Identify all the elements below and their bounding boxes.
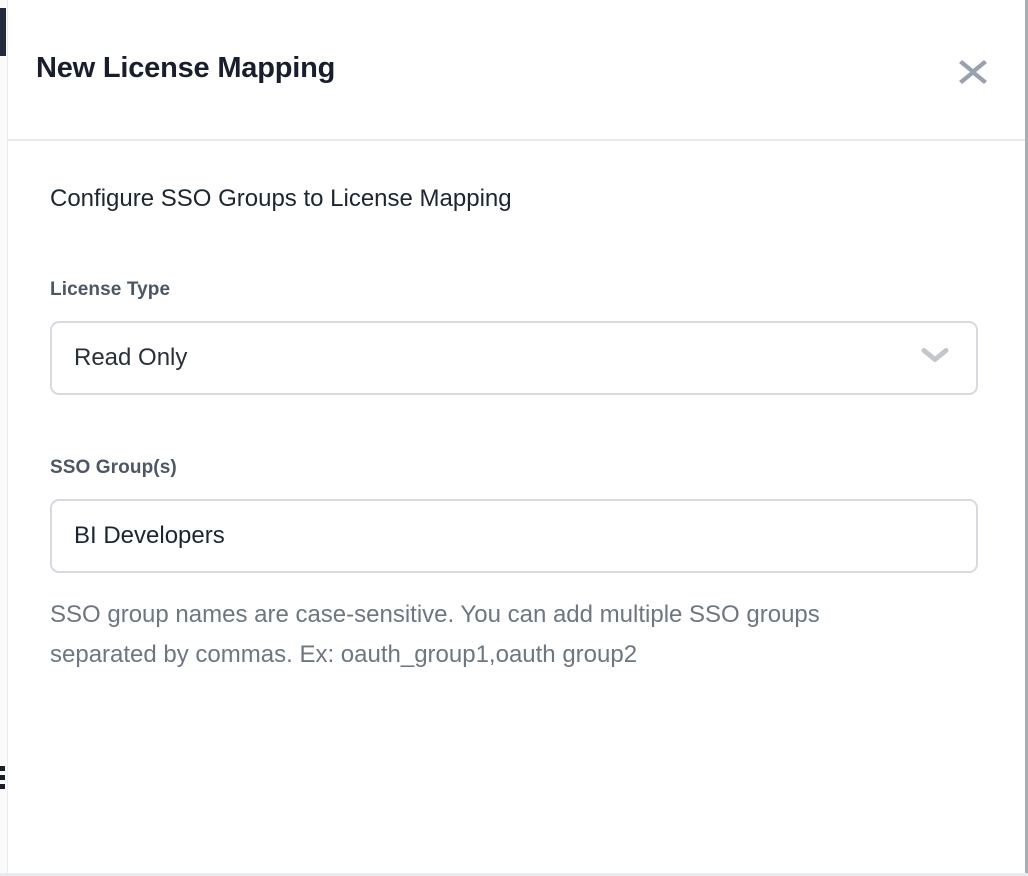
close-button[interactable] — [951, 50, 995, 94]
license-type-selected-value: Read Only — [52, 344, 187, 372]
sso-groups-helper-text: SSO group names are case-sensitive. You … — [50, 595, 930, 675]
modal-body: Configure SSO Groups to License Mapping … — [8, 185, 1025, 675]
close-icon — [959, 59, 987, 85]
page-title: New License Mapping — [36, 52, 335, 85]
sso-groups-label: SSO Group(s) — [50, 457, 983, 479]
chevron-down-icon — [920, 347, 950, 370]
background-dark-edge — [0, 8, 6, 56]
license-type-label: License Type — [50, 279, 983, 301]
sso-groups-input[interactable] — [50, 499, 978, 573]
new-license-mapping-modal: New License Mapping Configure SSO Groups… — [8, 0, 1025, 876]
modal-header: New License Mapping — [8, 0, 1025, 141]
background-page-sliver — [0, 0, 8, 876]
section-heading: Configure SSO Groups to License Mapping — [50, 185, 983, 213]
background-list-marks-icon — [0, 766, 5, 793]
license-type-select[interactable]: Read Only — [50, 321, 978, 395]
